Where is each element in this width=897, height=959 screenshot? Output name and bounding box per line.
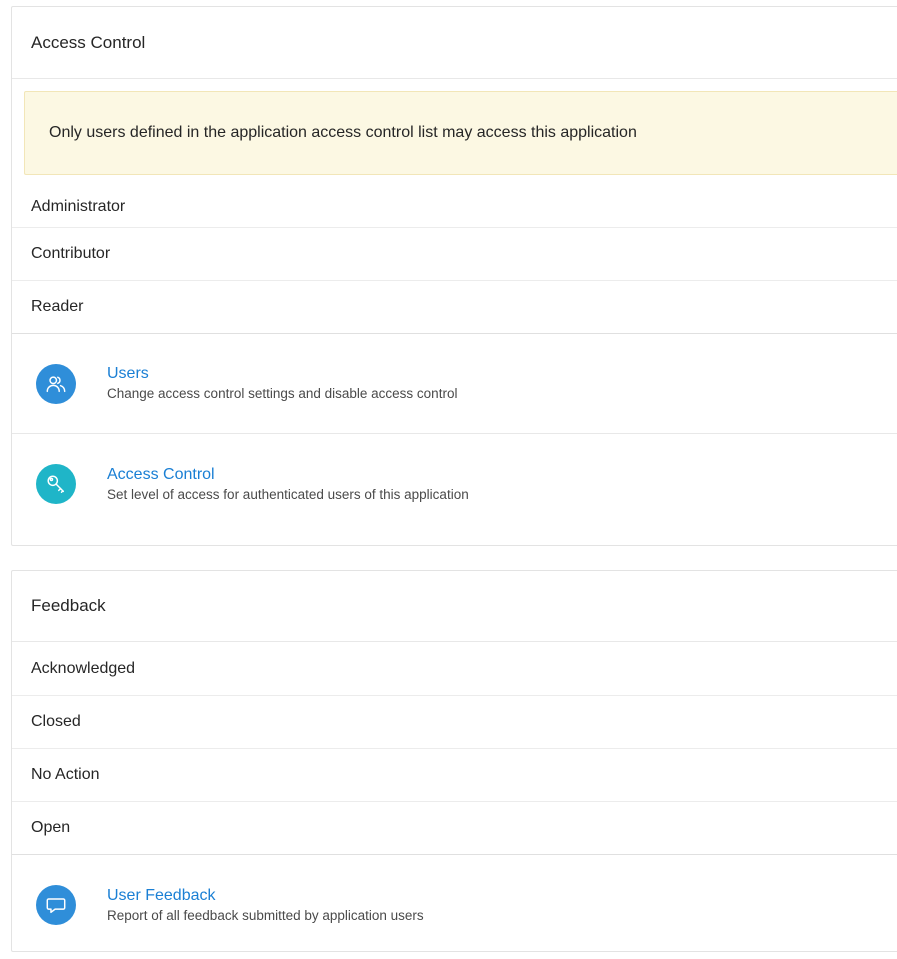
access-control-link-title[interactable]: Access Control <box>107 465 469 485</box>
users-icon <box>36 363 76 404</box>
access-control-link[interactable]: Access Control Set level of access for a… <box>12 434 897 534</box>
user-feedback-link-description: Report of all feedback submitted by appl… <box>107 907 424 923</box>
list-item-contributor: Contributor <box>12 228 897 281</box>
list-item-acknowledged: Acknowledged <box>12 642 897 696</box>
feedback-title: Feedback <box>12 571 897 642</box>
access-control-alert: Only users defined in the application ac… <box>24 91 897 175</box>
speech-bubble-icon <box>36 885 76 925</box>
user-feedback-link[interactable]: User Feedback Report of all feedback sub… <box>12 855 897 955</box>
list-item-administrator: Administrator <box>12 187 897 228</box>
feedback-status-list: Acknowledged Closed No Action Open <box>12 642 897 855</box>
access-control-link-description: Set level of access for authenticated us… <box>107 486 469 502</box>
user-feedback-link-title[interactable]: User Feedback <box>107 886 424 906</box>
users-link-title[interactable]: Users <box>107 364 457 384</box>
access-control-title: Access Control <box>12 7 897 79</box>
list-item-no-action: No Action <box>12 749 897 802</box>
roles-list: Administrator Contributor Reader <box>12 187 897 334</box>
list-item-closed: Closed <box>12 696 897 749</box>
feedback-region: Feedback Acknowledged Closed No Action O… <box>11 570 897 952</box>
users-link-description: Change access control settings and disab… <box>107 386 458 401</box>
key-icon <box>36 464 76 504</box>
users-link[interactable]: Users Change access control settings and… <box>12 334 897 434</box>
access-control-region: Access Control Only users defined in the… <box>11 6 897 546</box>
list-item-open: Open <box>12 802 897 855</box>
list-item-reader: Reader <box>12 281 897 334</box>
